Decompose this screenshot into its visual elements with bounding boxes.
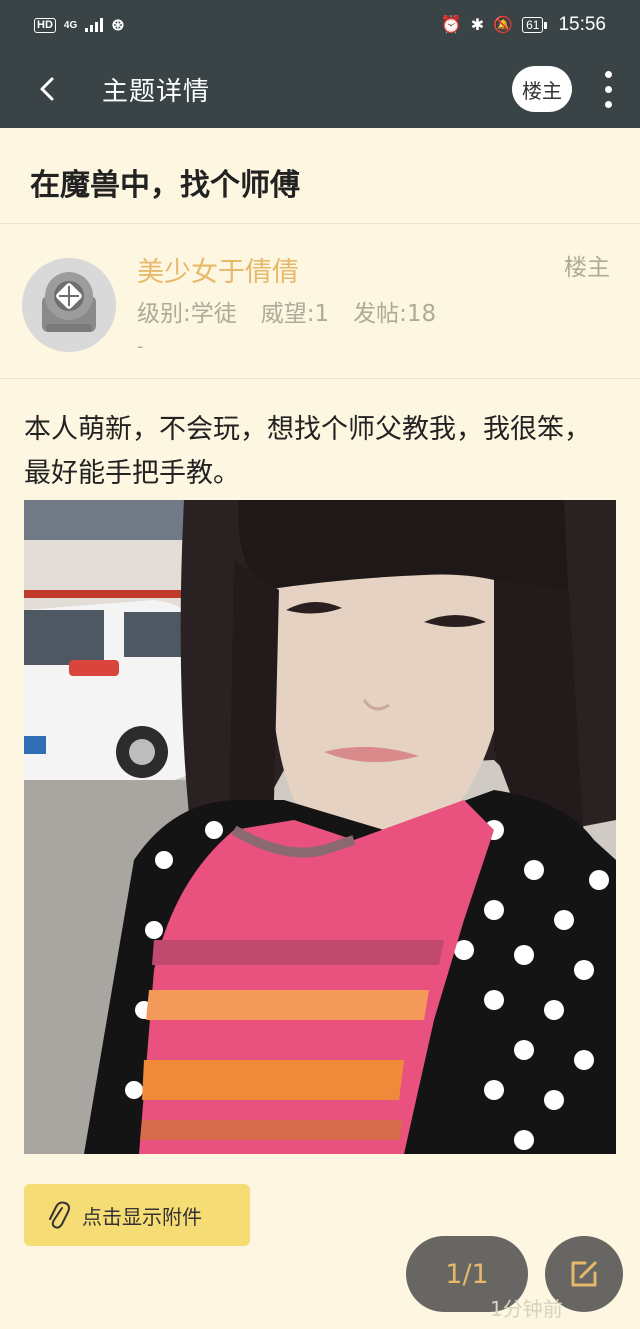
back-button[interactable] — [0, 50, 96, 128]
clock: 15:56 — [558, 14, 606, 35]
diving-helmet-icon — [22, 258, 116, 352]
post-content: 本人萌新，不会玩，想找个师父教我，我很笨，最好能手把手教。 — [24, 414, 591, 489]
status-right: ⏰ ✱ 🔕 61 15:56 — [441, 14, 606, 36]
paperclip-icon — [49, 1201, 70, 1229]
bluetooth-icon: ✱ — [470, 17, 485, 34]
author-name[interactable]: 美少女于倩倩 — [137, 250, 299, 289]
author-level: 级别:学徒 — [137, 301, 237, 327]
author-signature: - — [137, 336, 144, 357]
portrait-photo — [24, 500, 616, 1154]
post-image[interactable] — [24, 500, 616, 1154]
network-label: 4G — [63, 19, 78, 31]
sync-icon: ⊛ — [111, 17, 125, 34]
more-dot-icon — [604, 100, 612, 108]
thread-title: 在魔兽中，找个师傅 — [0, 128, 640, 224]
alarm-icon: ⏰ — [440, 15, 462, 34]
attachment-label: 点击显示附件 — [82, 1204, 202, 1229]
show-attachment-button[interactable]: 点击显示附件 — [24, 1184, 250, 1246]
hd-badge: HD — [34, 17, 56, 33]
status-left: HD 4G ⊛ — [34, 15, 125, 35]
owner-only-button[interactable]: 楼主 — [512, 66, 572, 112]
author-block: 美少女于倩倩 级别:学徒 威望:1 发帖:18 - 楼主 — [0, 224, 640, 379]
edit-icon — [571, 1261, 597, 1287]
author-role-badge: 楼主 — [564, 255, 610, 281]
author-stats: 级别:学徒 威望:1 发帖:18 — [137, 294, 436, 328]
author-post-count: 发帖:18 — [353, 301, 437, 327]
battery-icon: 61 — [522, 17, 548, 33]
back-arrow-icon — [40, 77, 54, 101]
more-dot-icon — [604, 70, 612, 78]
more-dot-icon — [604, 85, 612, 93]
more-menu-button[interactable] — [588, 50, 628, 128]
signal-icon — [85, 18, 104, 32]
mute-icon: 🔕 — [493, 17, 514, 34]
page-title: 主题详情 — [102, 76, 211, 107]
post-time: 1分钟前 — [490, 1297, 563, 1321]
author-prestige: 威望:1 — [260, 301, 330, 327]
avatar[interactable] — [22, 258, 116, 352]
status-bar: HD 4G ⊛ ⏰ ✱ 🔕 61 15:56 — [0, 0, 640, 50]
app-bar: 主题详情 楼主 — [0, 50, 640, 128]
